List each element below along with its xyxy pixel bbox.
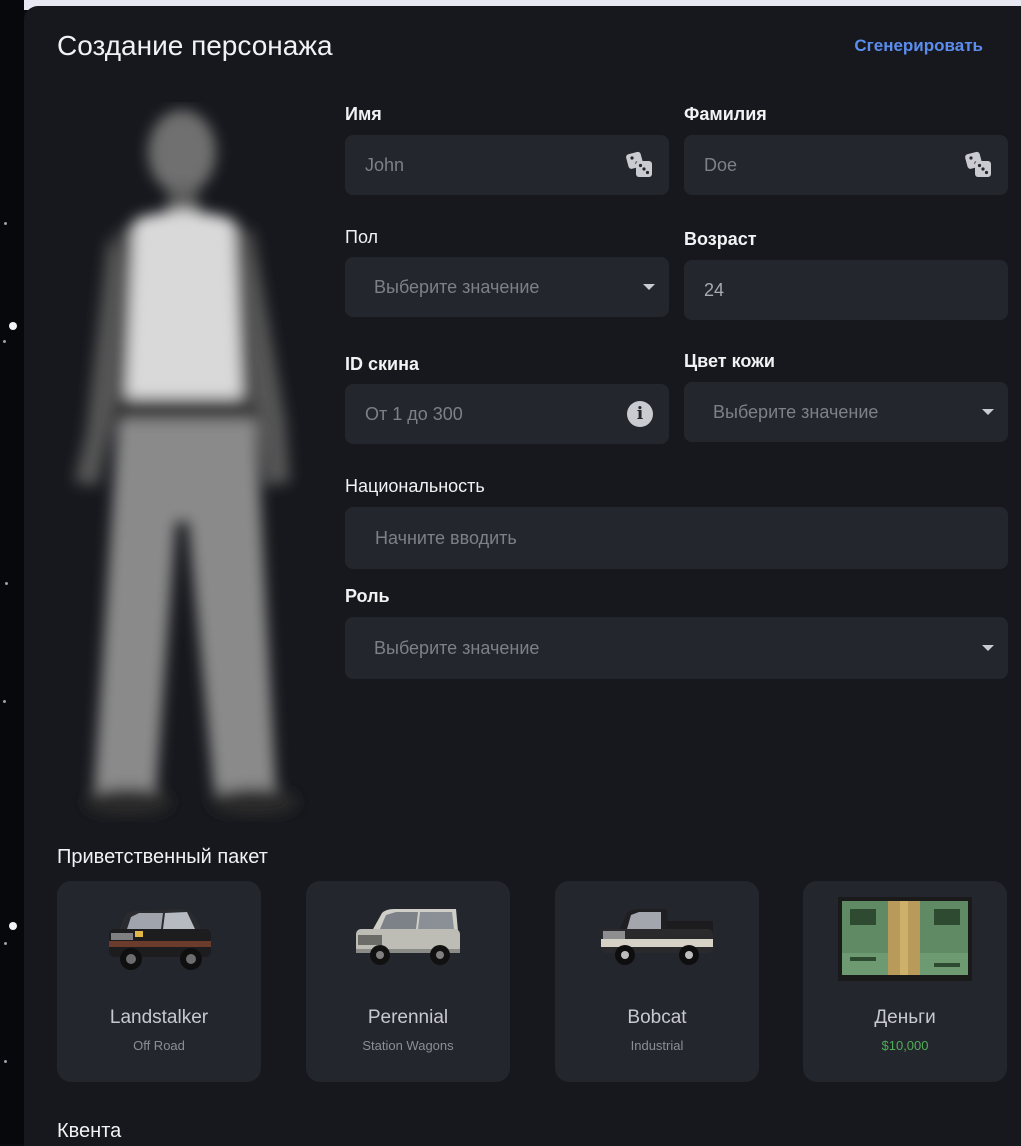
- gender-select[interactable]: Выберите значение: [345, 257, 669, 317]
- star-decoration: [9, 922, 17, 930]
- welcome-pack-card-perennial[interactable]: Perennial Station Wagons: [306, 881, 510, 1082]
- wagon-car-icon: [306, 895, 510, 985]
- pickup-truck-icon: [555, 895, 759, 985]
- character-creation-panel: Создание персонажа Сгенерировать Имя Joh…: [24, 6, 1021, 1146]
- gender-label: Пол: [345, 227, 379, 247]
- skin-id-label: ID скина: [345, 354, 419, 374]
- role-select-value: Выберите значение: [374, 637, 540, 658]
- first-name-field[interactable]: [345, 135, 669, 195]
- card-subtitle: Off Road: [133, 1038, 185, 1053]
- card-subtitle: $10,000: [881, 1038, 929, 1053]
- dice-icon[interactable]: [625, 151, 655, 179]
- star-decoration: [9, 322, 17, 330]
- nationality-input[interactable]: [375, 527, 1008, 549]
- age-input[interactable]: [704, 279, 1008, 301]
- welcome-pack-title: Приветственный пакет: [57, 846, 268, 868]
- skin-color-label: Цвет кожи: [684, 351, 775, 371]
- page-title: Создание персонажа: [57, 30, 333, 61]
- background-strip: [0, 0, 24, 1144]
- star-decoration: [5, 582, 8, 585]
- card-name: Bobcat: [627, 1007, 687, 1028]
- skin-id-input[interactable]: [365, 403, 609, 425]
- first-name-input[interactable]: [365, 154, 609, 176]
- star-decoration: [3, 340, 6, 343]
- nationality-field[interactable]: [345, 507, 1008, 569]
- card-subtitle: Station Wagons: [362, 1038, 454, 1053]
- nationality-label: Национальность: [345, 476, 485, 496]
- welcome-pack-card-bobcat[interactable]: Bobcat Industrial: [555, 881, 759, 1082]
- star-decoration: [3, 700, 6, 703]
- skin-id-field[interactable]: i: [345, 384, 669, 444]
- money-stack-icon: [803, 897, 1007, 987]
- info-icon[interactable]: i: [627, 401, 653, 427]
- star-decoration: [4, 942, 7, 945]
- star-decoration: [4, 1060, 7, 1063]
- skin-color-select-value: Выберите значение: [713, 401, 879, 422]
- card-name: Landstalker: [109, 1007, 209, 1028]
- last-name-input[interactable]: [704, 154, 948, 176]
- card-name: Деньги: [874, 1007, 936, 1028]
- chevron-down-icon: [643, 284, 655, 290]
- suv-car-icon: [57, 895, 261, 985]
- chevron-down-icon: [982, 645, 994, 651]
- star-decoration: [4, 222, 7, 225]
- age-field[interactable]: [684, 260, 1008, 320]
- dice-icon[interactable]: [964, 151, 994, 179]
- card-name: Perennial: [367, 1007, 449, 1028]
- first-name-label: Имя: [345, 104, 382, 124]
- card-subtitle: Industrial: [630, 1038, 684, 1053]
- role-label: Роль: [345, 586, 390, 606]
- gender-select-value: Выберите значение: [374, 276, 540, 297]
- skin-color-select[interactable]: Выберите значение: [684, 382, 1008, 442]
- quenta-section-title: Квента: [57, 1120, 122, 1142]
- generate-button[interactable]: Сгенерировать: [854, 36, 983, 56]
- age-label: Возраст: [684, 229, 757, 249]
- welcome-pack-card-landstalker[interactable]: Landstalker Off Road: [57, 881, 261, 1082]
- welcome-pack-card-money[interactable]: Деньги $10,000: [803, 881, 1007, 1082]
- last-name-field[interactable]: [684, 135, 1008, 195]
- role-select[interactable]: Выберите значение: [345, 617, 1008, 679]
- chevron-down-icon: [982, 409, 994, 415]
- last-name-label: Фамилия: [684, 104, 767, 124]
- character-preview: [74, 110, 298, 816]
